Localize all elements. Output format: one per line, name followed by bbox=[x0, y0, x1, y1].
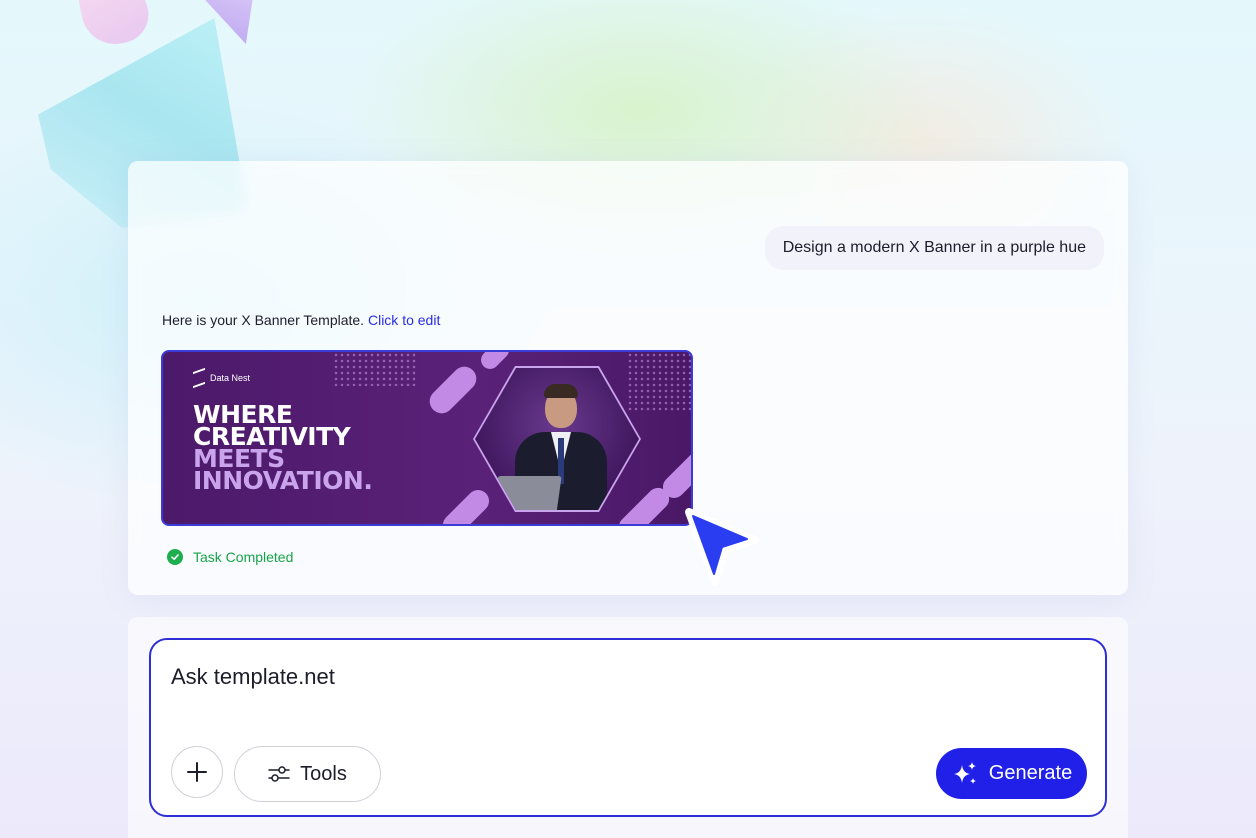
banner-pill-shape bbox=[424, 361, 482, 419]
banner-dot-pattern bbox=[627, 352, 691, 412]
click-to-edit-link[interactable]: Click to edit bbox=[368, 312, 440, 328]
plus-icon bbox=[187, 762, 207, 782]
tools-label: Tools bbox=[300, 762, 347, 785]
task-status-text: Task Completed bbox=[193, 549, 294, 565]
prompt-box: Tools Generate bbox=[149, 638, 1107, 817]
banner-pill-shape bbox=[438, 485, 494, 524]
user-message-text: Design a modern X Banner in a purple hue bbox=[782, 239, 1086, 256]
generate-button[interactable]: Generate bbox=[936, 748, 1087, 799]
task-status: Task Completed bbox=[167, 549, 293, 565]
laptop-shape bbox=[492, 476, 562, 510]
cursor-arrow-icon bbox=[683, 506, 763, 590]
prompt-input[interactable] bbox=[171, 664, 1071, 690]
banner-brand-logo: Data Nest bbox=[193, 367, 251, 389]
tools-button[interactable]: Tools bbox=[234, 746, 381, 802]
sparkles-icon bbox=[953, 761, 976, 784]
banner-brand-name: Data Nest bbox=[210, 373, 251, 383]
banner-headline: WHERE CREATIVITY MEETS INNOVATION. bbox=[193, 402, 373, 495]
headline-line: INNOVATION. bbox=[193, 466, 373, 495]
banner-dot-pattern bbox=[333, 352, 417, 386]
add-attachment-button[interactable] bbox=[171, 746, 223, 798]
decorative-purple-shape bbox=[196, 0, 254, 44]
composer-panel: Tools Generate bbox=[128, 617, 1128, 838]
decorative-pink-shape bbox=[76, 0, 154, 51]
banner-pill-shape bbox=[477, 352, 513, 373]
check-circle-icon bbox=[167, 549, 183, 565]
banner-photo bbox=[475, 368, 639, 510]
banner-preview[interactable]: Data Nest WHERE CREATIVITY MEETS INNOVAT… bbox=[161, 350, 693, 526]
person-hair bbox=[544, 384, 578, 398]
sliders-icon bbox=[268, 766, 290, 782]
chat-panel: Design a modern X Banner in a purple hue… bbox=[128, 161, 1128, 595]
assistant-response: Here is your X Banner Template. Click to… bbox=[162, 312, 440, 328]
user-message-bubble: Design a modern X Banner in a purple hue bbox=[764, 226, 1104, 270]
assistant-response-text: Here is your X Banner Template. bbox=[162, 312, 365, 328]
banner-photo-frame bbox=[473, 366, 641, 512]
generate-label: Generate bbox=[988, 762, 1073, 784]
brand-logo-icon bbox=[193, 367, 205, 389]
